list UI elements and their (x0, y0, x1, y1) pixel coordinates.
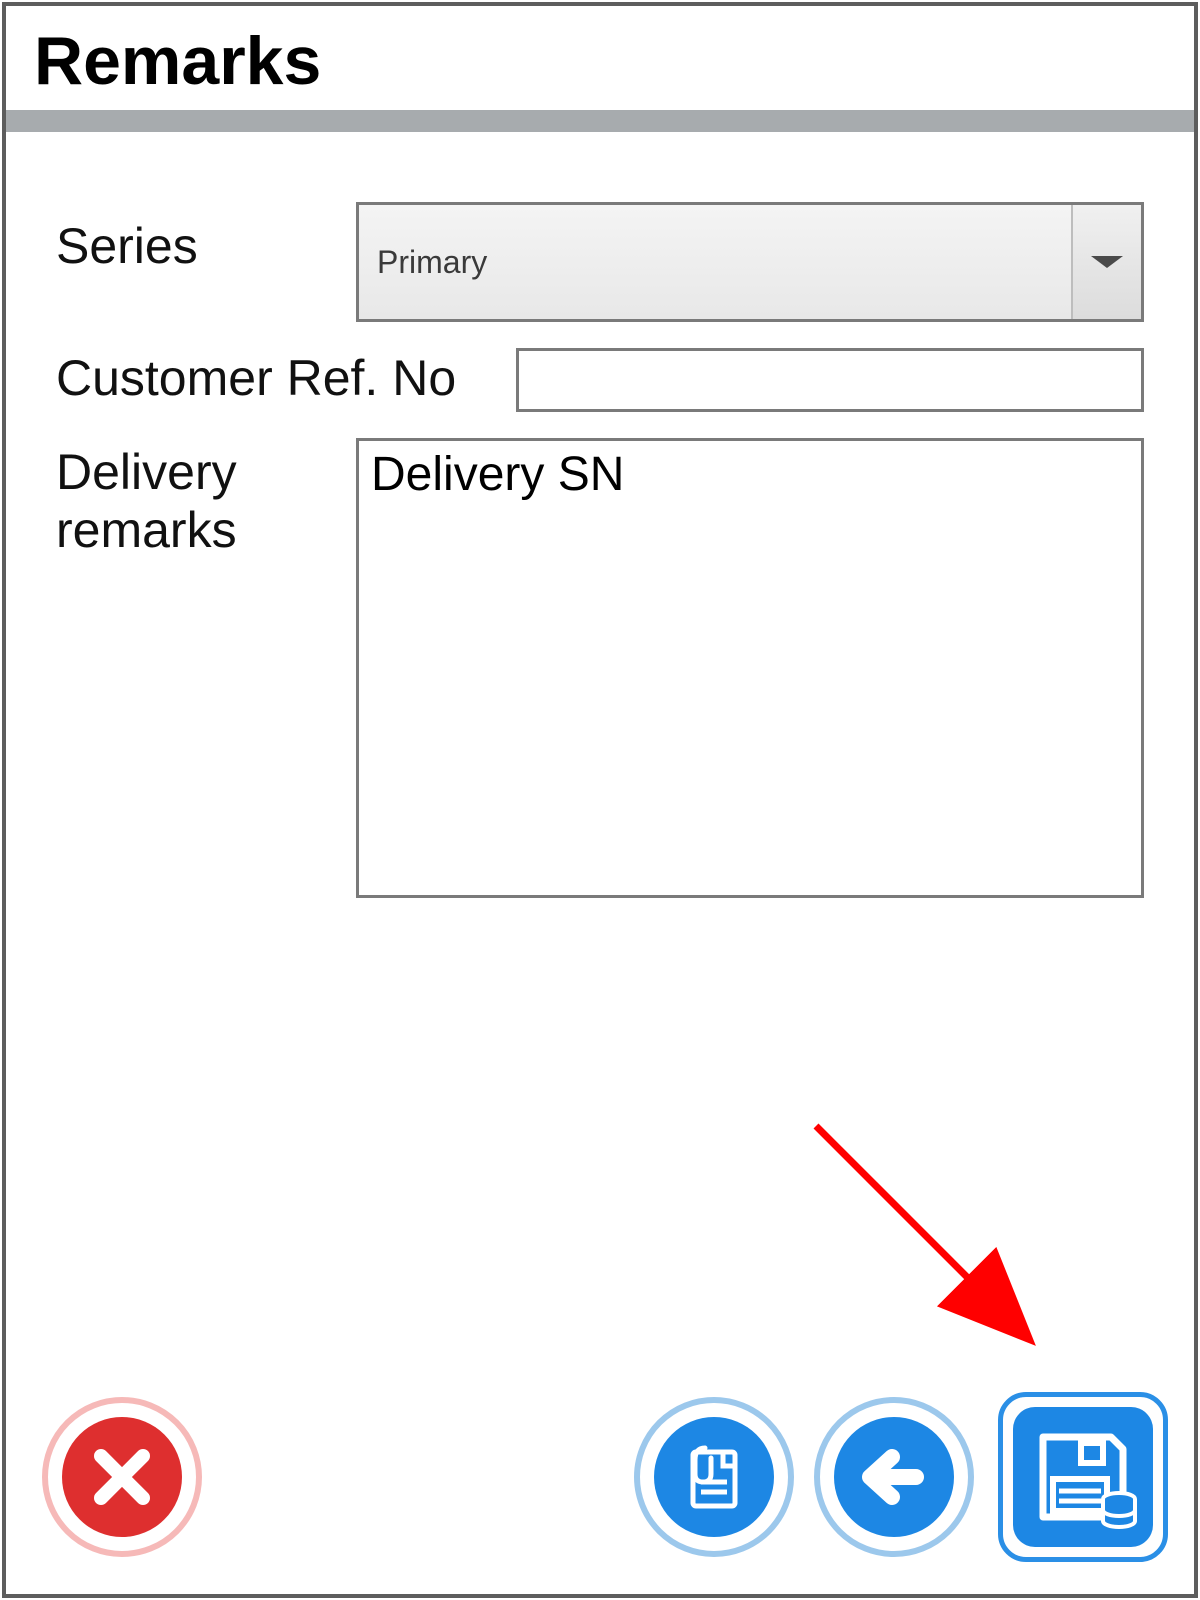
save-to-database-icon (1013, 1407, 1153, 1547)
back-button[interactable] (814, 1397, 974, 1557)
customer-ref-label: Customer Ref. No (56, 348, 516, 408)
header-divider (6, 110, 1194, 132)
series-label: Series (56, 202, 356, 276)
series-select[interactable]: Primary (356, 202, 1144, 322)
arrow-left-icon (834, 1417, 954, 1537)
page-title: Remarks (6, 6, 1194, 110)
remarks-form: Series Primary Customer Ref. No Delivery… (6, 132, 1194, 924)
delivery-remarks-row: Delivery remarks Delivery SN (56, 438, 1144, 898)
cancel-button[interactable] (42, 1397, 202, 1557)
save-button[interactable] (998, 1392, 1168, 1562)
delivery-remarks-textarea[interactable]: Delivery SN (356, 438, 1144, 898)
remarks-window: Remarks Series Primary Customer Ref. No … (2, 2, 1198, 1598)
series-select-arrow-zone[interactable] (1071, 205, 1141, 319)
paperclip-document-icon (654, 1417, 774, 1537)
attachment-button[interactable] (634, 1397, 794, 1557)
customer-ref-input[interactable] (516, 348, 1144, 412)
series-row: Series Primary (56, 202, 1144, 322)
chevron-down-icon (1091, 256, 1123, 268)
button-bar (6, 1382, 1194, 1572)
close-icon (62, 1417, 182, 1537)
customer-ref-row: Customer Ref. No (56, 348, 1144, 412)
delivery-remarks-label: Delivery remarks (56, 438, 356, 559)
annotation-arrow-icon (796, 1106, 1076, 1386)
series-select-value: Primary (377, 244, 487, 281)
